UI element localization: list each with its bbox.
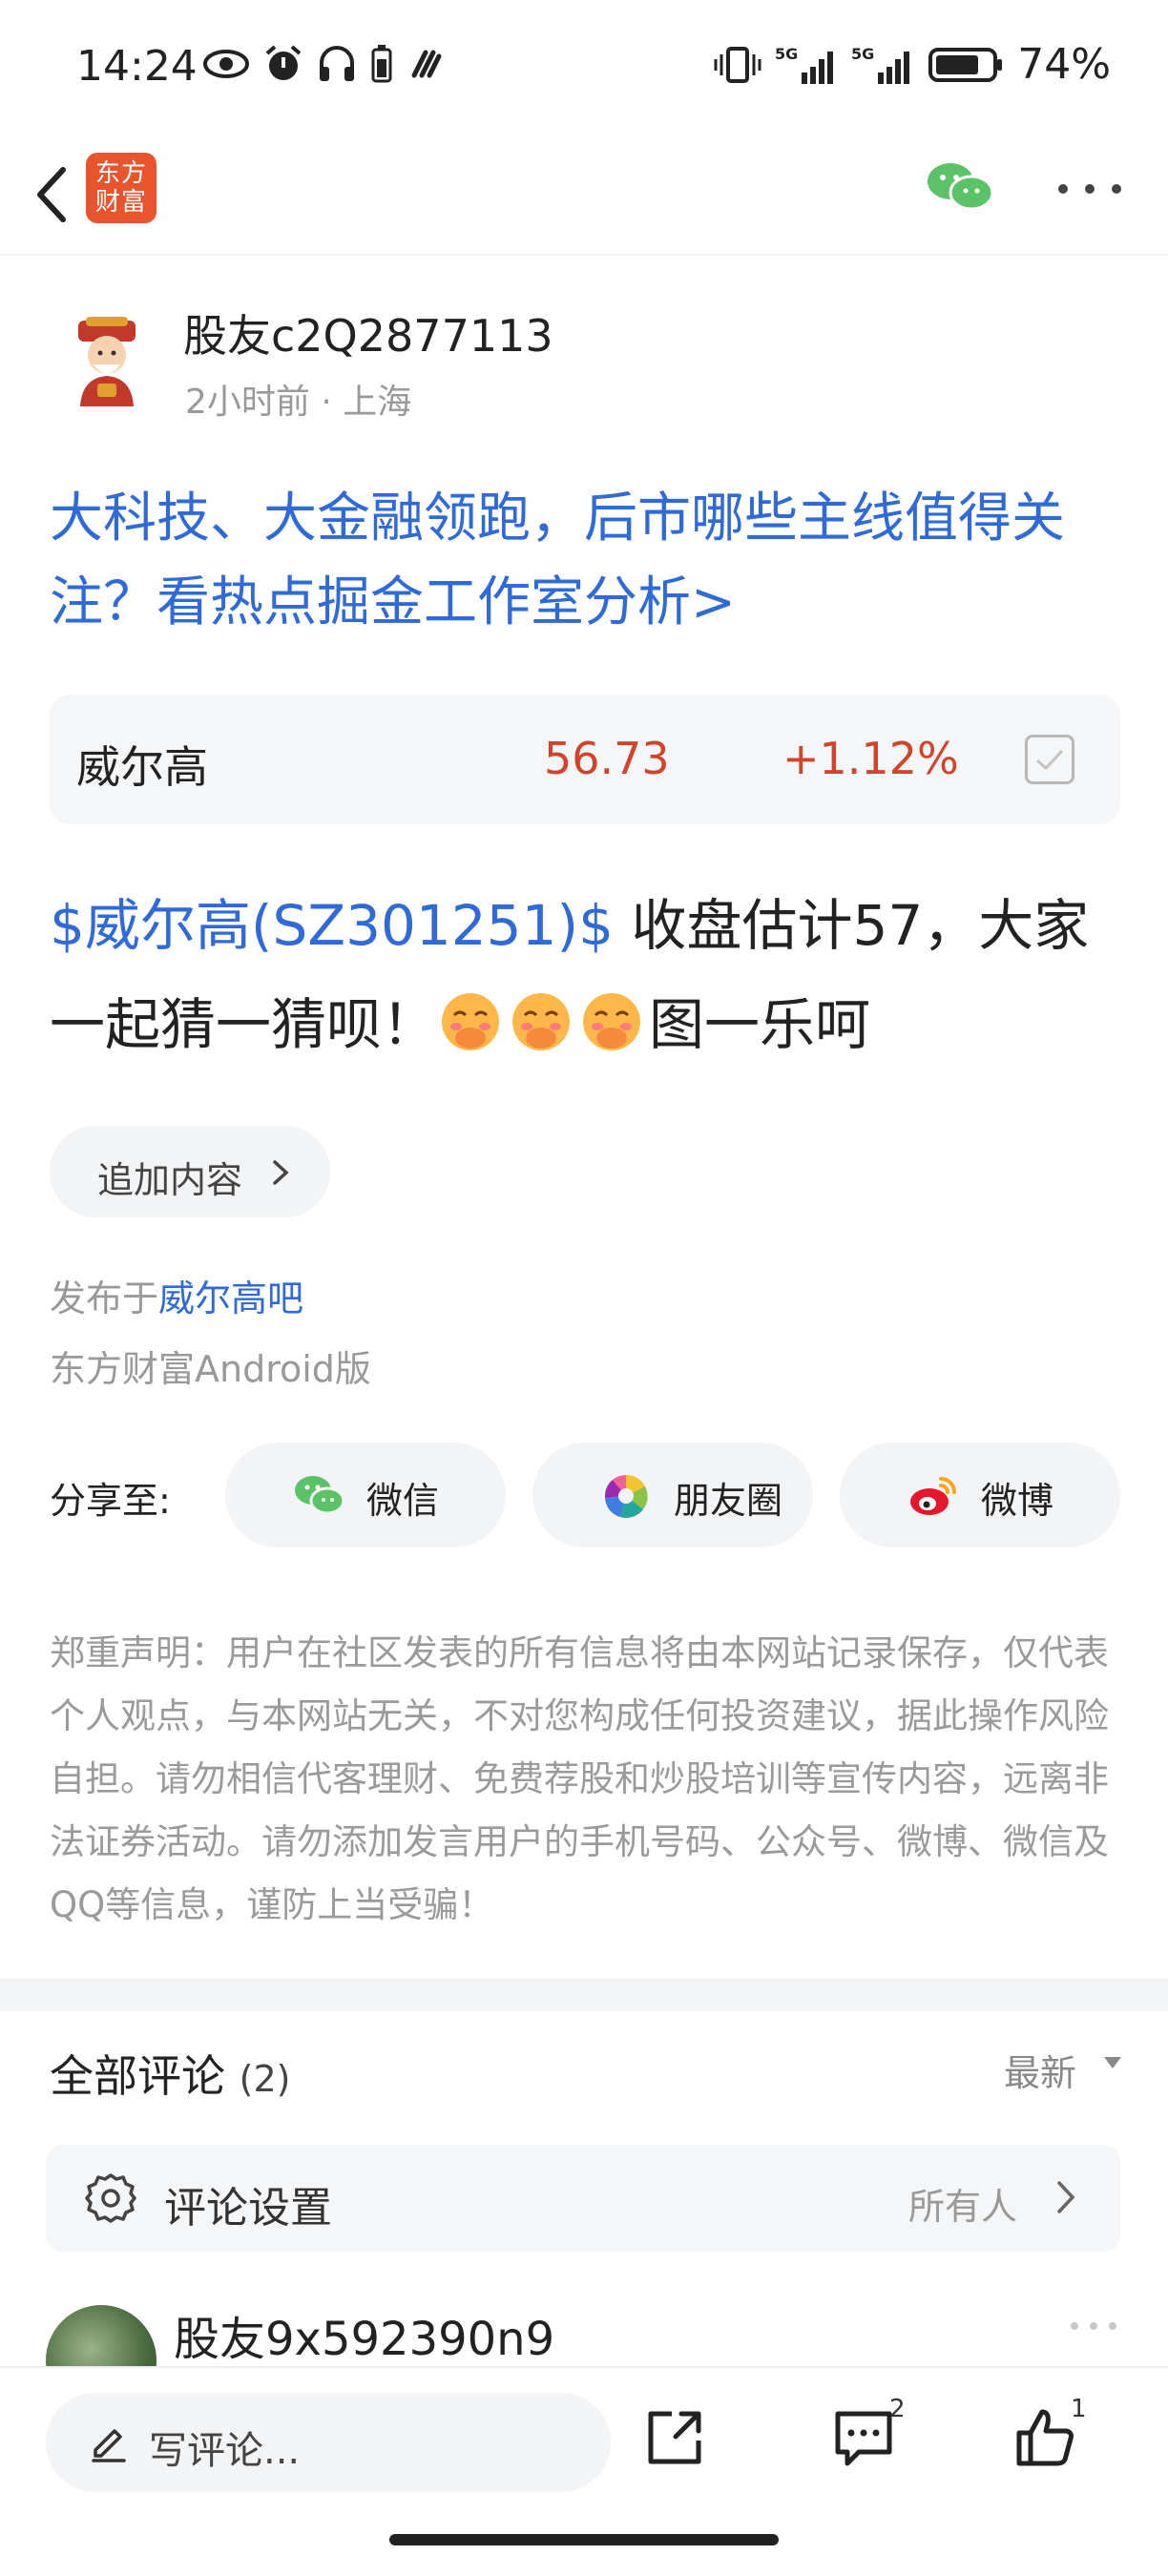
comments-title: 全部评论 (2) <box>50 2042 290 2105</box>
chevron-right-icon <box>273 1160 289 1185</box>
headphones-icon <box>320 46 354 81</box>
add-content-label: 追加内容 <box>97 1159 243 1201</box>
like-count-badge: 1 <box>1071 2395 1087 2423</box>
status-bar: 14:24 5G 5G 74% <box>0 0 1168 134</box>
vibrate-icon <box>714 46 761 83</box>
post-text-tail: 图一乐呵 <box>649 992 871 1057</box>
app-logo[interactable]: 东方财富 <box>86 153 156 223</box>
stock-price: 56.73 <box>544 733 670 784</box>
share-moments-button[interactable]: 朋友圈 <box>532 1443 813 1548</box>
comment-settings-value: 所有人 <box>908 2186 1018 2228</box>
stock-name: 威尔高 <box>76 741 208 793</box>
stock-change: +1.12% <box>782 733 959 784</box>
wechat-share-icon[interactable] <box>924 158 996 216</box>
comment-count-badge: 2 <box>889 2395 906 2423</box>
author-header: 股友c2Q2877113 2小时前 · 上海 <box>50 286 1118 429</box>
add-content-button[interactable]: 追加内容 <box>50 1126 330 1217</box>
share-label: 分享至: <box>50 1480 171 1522</box>
like-icon[interactable] <box>1012 2404 1078 2471</box>
top-nav-bar: 东方财富 <box>0 134 1168 256</box>
promo-link[interactable]: 大科技、大金融领跑，后市哪些主线值得关注？看热点掘金工作室分析> <box>50 477 1128 645</box>
more-options-icon[interactable] <box>1053 172 1126 206</box>
comment-settings-label: 评论设置 <box>164 2184 332 2233</box>
comment-settings-row[interactable]: 评论设置 所有人 <box>46 2145 1120 2252</box>
status-left-icons <box>202 44 445 84</box>
author-avatar[interactable] <box>59 315 155 410</box>
comments-count: (2) <box>239 2058 291 2100</box>
client-source: 东方财富Android版 <box>50 1348 371 1390</box>
wechat-icon <box>295 1476 345 1515</box>
commenter-avatar[interactable] <box>46 2305 156 2366</box>
write-comment-input[interactable]: 写评论... <box>46 2393 611 2492</box>
comment-icon[interactable] <box>830 2404 897 2471</box>
signal-5g-icon: 5G <box>775 45 834 84</box>
share-weibo-label: 微博 <box>981 1480 1054 1522</box>
stock-quote-card[interactable]: 威尔高 56.73 +1.12% <box>50 695 1120 824</box>
moments-icon <box>604 1474 648 1518</box>
post-content: $威尔高(SZ301251)$ 收盘估计57，大家一起猜一猜呗！ 图一乐呵 <box>50 876 1128 1074</box>
share-wechat-label: 微信 <box>366 1480 440 1522</box>
weibo-icon <box>910 1477 956 1515</box>
stock-bar-link[interactable]: 威尔高吧 <box>158 1278 303 1319</box>
sort-dropdown[interactable]: 最新 <box>1004 2044 1076 2096</box>
author-name[interactable]: 股友c2Q2877113 <box>183 301 553 364</box>
pencil-icon <box>92 2429 126 2462</box>
post-time-location: 2小时前 · 上海 <box>185 383 412 422</box>
share-out-icon[interactable] <box>641 2404 708 2471</box>
status-right: 5G 5G 74% <box>714 40 1111 89</box>
eye-icon <box>203 50 249 78</box>
add-watchlist-checkbox-icon[interactable] <box>1025 735 1074 784</box>
chevron-right-icon <box>1057 2181 1075 2213</box>
disclaimer-text: 郑重声明：用户在社区发表的所有信息将由本网站记录保存，仅代表个人观点，与本网站无… <box>50 1632 1109 1925</box>
nfc-icon <box>411 50 442 78</box>
svg-text:5G: 5G <box>851 45 874 63</box>
home-indicator[interactable] <box>389 2534 779 2545</box>
commenter-name[interactable]: 股友9x592390n9 <box>174 2301 554 2366</box>
write-comment-placeholder: 写评论... <box>149 2429 301 2473</box>
stock-tag-link[interactable]: $威尔高(SZ301251)$ <box>50 893 614 958</box>
share-weibo-button[interactable]: 微博 <box>840 1443 1120 1548</box>
hand-over-mouth-emoji-icon <box>442 993 500 1050</box>
battery-icon <box>928 47 1003 82</box>
alarm-icon <box>265 45 302 80</box>
gear-icon <box>85 2173 136 2223</box>
share-moments-label: 朋友圈 <box>674 1480 783 1522</box>
back-icon[interactable] <box>23 155 90 235</box>
more-options-icon[interactable] <box>1067 2318 1120 2334</box>
battery-percent: 74% <box>1017 40 1111 89</box>
battery-saver-icon <box>371 45 392 83</box>
signal-5g-icon: 5G <box>851 45 910 84</box>
comment-item[interactable]: 股友9x592390n9 <box>0 2299 1168 2366</box>
published-prefix: 发布于 <box>50 1278 159 1319</box>
hand-over-mouth-emoji-icon <box>512 993 571 1050</box>
caret-down-icon[interactable] <box>1101 2053 1124 2072</box>
comments-title-label: 全部评论 <box>50 2050 225 2102</box>
status-time: 14:24 <box>76 42 198 91</box>
svg-text:5G: 5G <box>775 45 798 63</box>
section-divider <box>0 1979 1168 2011</box>
hand-over-mouth-emoji-icon <box>583 993 641 1050</box>
share-row: 分享至: 微信 朋友圈 微博 <box>0 1443 1168 1548</box>
share-wechat-button[interactable]: 微信 <box>225 1443 506 1548</box>
published-in: 发布于威尔高吧 <box>50 1269 303 1321</box>
